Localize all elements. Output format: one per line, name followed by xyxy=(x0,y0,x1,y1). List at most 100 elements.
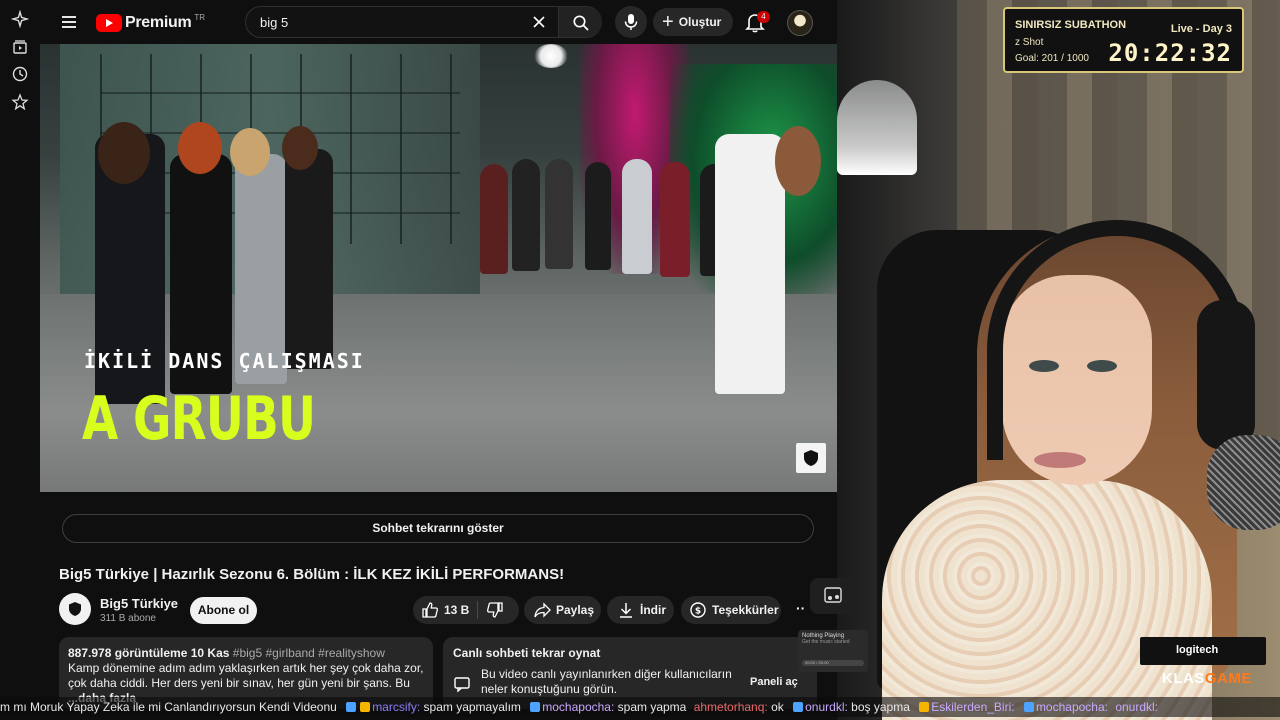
video-dancer-head xyxy=(178,122,222,174)
ticker-username: ahmetorhanq: xyxy=(693,700,768,714)
ticker-username: mochapocha: xyxy=(1035,700,1108,714)
thanks-icon: $ xyxy=(690,602,706,618)
video-dancer-instructor xyxy=(715,134,785,394)
subathon-timer: 20:22:32 xyxy=(1108,39,1232,67)
ticker-item: onurdkl: xyxy=(1115,697,1158,717)
like-dislike-group: 13 B xyxy=(413,596,519,624)
thanks-button[interactable]: $ Teşekkürler xyxy=(681,596,781,624)
klasgame-logo-part1: KLAS xyxy=(1162,670,1205,687)
cam-headset-cup xyxy=(1197,300,1255,450)
ticker-item: marcsify: spam yapmayalım xyxy=(344,697,521,717)
video-dancer xyxy=(545,159,573,269)
user-avatar[interactable] xyxy=(787,10,813,36)
channel-watermark[interactable] xyxy=(796,443,826,473)
ticker-item: onurdkl: boş yapma xyxy=(791,697,910,717)
search-box[interactable]: big 5 xyxy=(245,6,602,38)
search-icon xyxy=(573,15,589,31)
youtube-play-icon xyxy=(96,14,122,32)
plus-icon: + xyxy=(662,11,674,33)
live-chat-body: Bu video canlı yayınlanırken diğer kulla… xyxy=(481,667,732,696)
now-playing-subtitle: Get the music started xyxy=(802,639,850,645)
ticker-item: mochapocha: xyxy=(1022,697,1108,717)
video-overlay-title: A GRUBU xyxy=(82,384,316,454)
notification-badge: 4 xyxy=(757,11,770,23)
search-input[interactable]: big 5 xyxy=(260,15,288,30)
ticker-item: ahmetorhanq: ok xyxy=(694,697,784,717)
logitech-label: logitech xyxy=(1176,644,1219,656)
subscriptions-icon[interactable] xyxy=(11,38,29,56)
create-button[interactable]: + Oluştur xyxy=(653,8,733,36)
ticker-message: spam yapmayalım xyxy=(423,700,521,714)
chat-icon xyxy=(453,675,471,696)
youtube-header: Premium TR big 5 + Oluştur 4 xyxy=(40,0,837,44)
music-widget-button[interactable] xyxy=(810,578,856,614)
description-text: Kamp dönemine adım adım yaklaşırken artı… xyxy=(68,661,424,690)
close-icon[interactable] xyxy=(532,15,546,29)
voice-search-button[interactable] xyxy=(615,6,647,38)
chat-badge-icon xyxy=(530,702,541,712)
youtube-premium-logo[interactable]: Premium TR xyxy=(96,12,205,34)
dislike-button[interactable] xyxy=(486,601,504,619)
share-label: Paylaş xyxy=(556,603,595,617)
chat-badge-icon xyxy=(1023,702,1034,712)
subscribe-button[interactable]: Abone ol xyxy=(190,597,257,624)
chat-ticker: m mı Moruk Yapay Zeka ile mi Canlandırıy… xyxy=(0,697,1280,717)
download-button[interactable]: İndir xyxy=(607,596,674,624)
subathon-shot: z Shot xyxy=(1015,37,1044,48)
ticker-message: m mı Moruk Yapay Zeka ile mi Canlandırıy… xyxy=(0,700,337,714)
video-player[interactable]: İKİLİ DANS ÇALIŞMASI A GRUBU xyxy=(40,44,837,492)
ticker-message: ok xyxy=(771,700,784,714)
search-button[interactable] xyxy=(558,7,602,37)
subathon-title: SINIRSIZ SUBATHON xyxy=(1015,19,1127,31)
cam-microphone xyxy=(1207,435,1280,530)
subathon-overlay: SINIRSIZ SUBATHON Live - Day 3 z Shot Go… xyxy=(1003,7,1244,73)
chat-badge-icon xyxy=(346,702,357,712)
create-label: Oluştur xyxy=(678,15,722,29)
ticker-message: boş yapma xyxy=(851,700,910,714)
download-label: İndir xyxy=(640,603,666,617)
view-count: 887.978 görüntüleme xyxy=(68,646,188,660)
ticker-username: onurdkl: xyxy=(805,700,848,714)
thanks-label: Teşekkürler xyxy=(712,603,779,617)
left-rail xyxy=(0,0,40,720)
sparkle-icon[interactable] xyxy=(11,10,29,28)
like-button[interactable]: 13 B xyxy=(413,601,469,619)
star-icon[interactable] xyxy=(11,93,29,111)
now-playing-widget: Nothing Playing Get the music started 00… xyxy=(798,630,868,672)
now-playing-time: 00:00 • 00:00 xyxy=(802,660,864,666)
video-dancer xyxy=(480,164,508,274)
share-button[interactable]: Paylaş xyxy=(524,596,601,624)
live-chat-title: Canlı sohbeti tekrar oynat xyxy=(453,646,601,660)
thumbs-up-icon xyxy=(422,602,439,618)
show-chat-replay-button[interactable]: Sohbet tekrarını göster xyxy=(62,514,814,543)
ticker-username: Eskilerden_Biri: xyxy=(931,700,1015,714)
open-panel-button[interactable]: Paneli aç xyxy=(750,676,798,688)
mic-icon xyxy=(624,14,638,30)
chat-badge-icon xyxy=(793,702,804,712)
ticker-item: Eskilerden_Biri: xyxy=(917,697,1015,717)
klasgame-logo-part2: GAME xyxy=(1204,670,1252,687)
ticker-username: onurdkl: xyxy=(1115,700,1159,714)
webcam-feed xyxy=(837,0,1280,720)
video-dancer xyxy=(512,159,540,271)
video-dancer-head xyxy=(775,126,821,196)
video-dancer-head xyxy=(98,122,150,184)
history-icon[interactable] xyxy=(11,65,29,83)
shield-icon xyxy=(804,450,818,466)
hashtags[interactable]: #big5 #girlband #realityshow xyxy=(233,646,385,660)
more-actions-icon[interactable]: ·· xyxy=(796,600,805,616)
ticker-item: m mı Moruk Yapay Zeka ile mi Canlandırıy… xyxy=(0,697,337,717)
video-dancer xyxy=(585,162,611,270)
ticker-username: mochapocha: xyxy=(542,700,615,714)
klasgame-logo: KLASGAME xyxy=(1162,670,1252,687)
video-title: Big5 Türkiye | Hazırlık Sezonu 6. Bölüm … xyxy=(59,566,565,583)
subathon-live-day: Live - Day 3 xyxy=(1170,23,1232,35)
channel-avatar[interactable] xyxy=(59,593,91,625)
channel-name[interactable]: Big5 Türkiye xyxy=(100,596,178,611)
menu-icon[interactable] xyxy=(60,13,78,31)
like-count: 13 B xyxy=(444,603,470,617)
chat-badge-icon xyxy=(360,702,371,712)
logo-text: Premium xyxy=(125,14,192,31)
share-icon xyxy=(534,602,551,618)
video-dancer xyxy=(622,159,652,274)
